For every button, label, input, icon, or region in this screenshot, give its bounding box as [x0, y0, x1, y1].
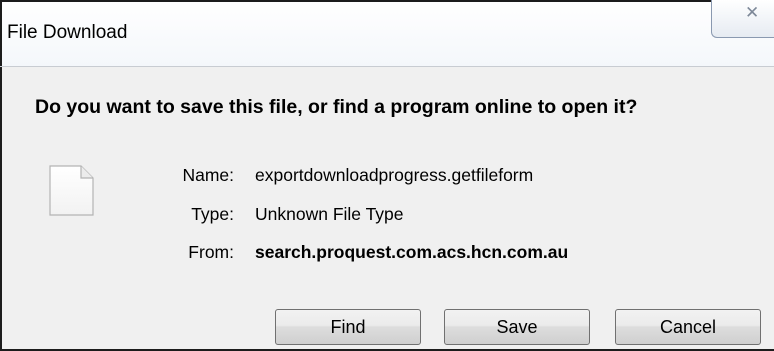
window-frame-top: [0, 0, 711, 2]
title-bar-divider: [0, 66, 774, 67]
close-button[interactable]: ✕: [711, 0, 774, 38]
file-type-label: Type:: [191, 204, 234, 224]
cancel-button[interactable]: Cancel: [615, 309, 761, 345]
file-from-value: search.proquest.com.acs.hcn.com.au: [255, 242, 569, 262]
find-button[interactable]: Find: [275, 309, 421, 345]
file-download-dialog: File Download ✕ Do you want to save this…: [0, 0, 774, 351]
file-name-value: exportdownloadprogress.getfileform: [255, 165, 534, 185]
title-bar: File Download ✕: [0, 0, 774, 66]
close-icon: ✕: [745, 3, 760, 22]
document-icon: [49, 165, 94, 216]
download-question: Do you want to save this file, or find a…: [35, 96, 638, 118]
window-frame-left: [0, 0, 2, 351]
window-title: File Download: [7, 22, 128, 43]
save-button[interactable]: Save: [444, 309, 590, 345]
file-name-label: Name:: [182, 165, 234, 185]
file-type-value: Unknown File Type: [255, 204, 404, 224]
file-from-label: From:: [188, 242, 234, 262]
